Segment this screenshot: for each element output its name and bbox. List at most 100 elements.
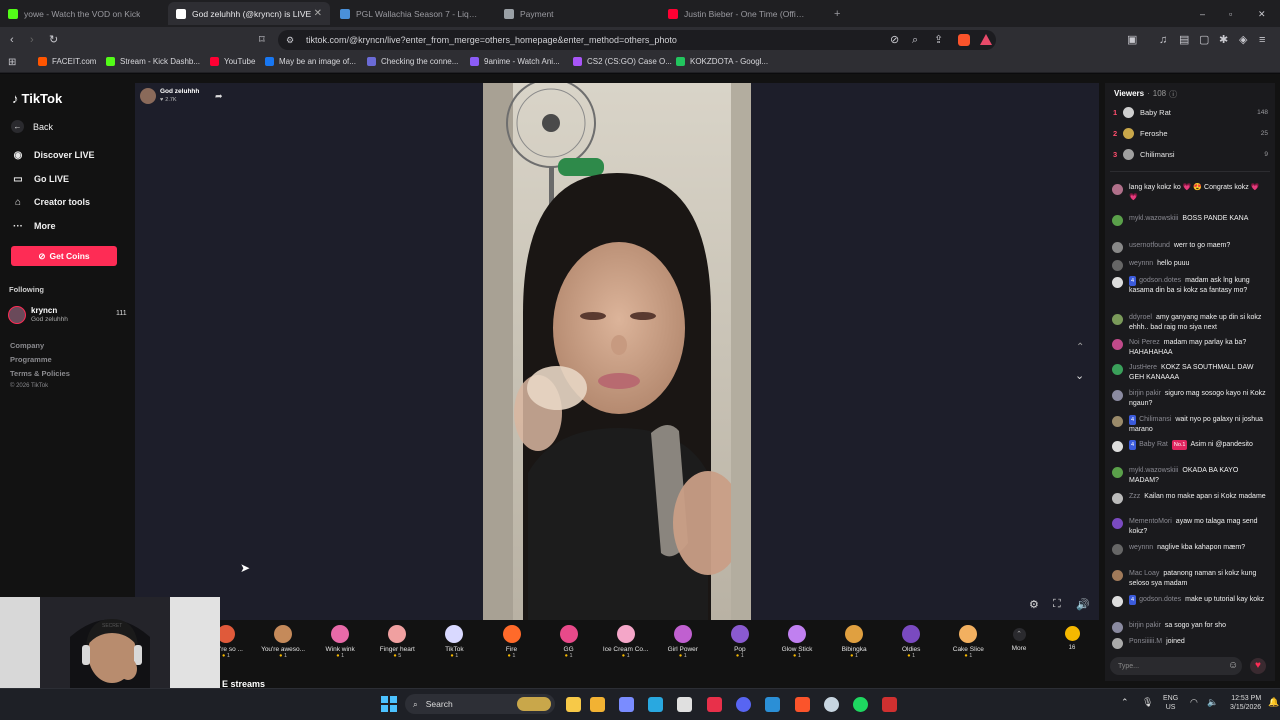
browser-tab[interactable]: God zeluhhh (@kryncn) is LIVE ✕ [168,2,330,25]
vpn-icon[interactable]: ◈ [1239,34,1247,46]
chat-message[interactable]: 4 Baby Rat No.1 Asim ni @pandesito [1112,440,1270,452]
bookmark-item[interactable]: Stream - Kick Dashb... [106,57,200,66]
brave-shield-icon[interactable] [958,34,970,46]
minimize-icon[interactable]: – [1200,8,1205,20]
share-icon[interactable]: ⇪ [934,34,943,46]
back-button[interactable]: ← Back [11,120,53,133]
tray-chevron-icon[interactable]: ⌃ [1121,697,1129,708]
file-explorer-icon[interactable] [590,697,605,712]
vscode-icon[interactable] [765,697,780,712]
more-gifts-button[interactable]: ⌃ More [1005,628,1033,652]
chat-message[interactable]: Ponsiiiiii.M joined [1112,637,1270,649]
app-icon[interactable] [882,697,897,712]
sidebar-icon[interactable]: ▤ [1179,34,1189,46]
gift-item[interactable]: Cake Slice ● 1 [940,625,996,659]
chat-message[interactable]: Zzz Kailan mo make apan si Kokz madame [1112,492,1270,504]
get-coins-button[interactable]: ⊘ Get Coins [11,246,117,266]
explorer-icon[interactable] [566,697,581,712]
browser-tab[interactable]: yowe - Watch the VOD on Kick [0,2,166,25]
site-info-icon[interactable]: ⚙ [286,34,294,46]
volume-icon[interactable]: 🔊 [1076,598,1090,611]
forward-arrow-icon[interactable]: › [30,34,34,46]
chat-message[interactable]: mykl.wazowskiii OKADA BA KAYO MADAM? [1112,466,1270,486]
close-window-icon[interactable]: ✕ [1258,8,1266,20]
wallet-icon[interactable]: ▢ [1199,34,1209,46]
screenshot-icon[interactable]: ▣ [1127,34,1137,46]
chat-message[interactable]: JustHere KOKZ SA SOUTHMALL DAW GEH KANAAA… [1112,363,1270,383]
chat-message[interactable]: 4 godson.dotes madam ask lng kung kasama d… [1112,276,1270,296]
sidebar-item-discover-live[interactable]: ◉ Discover LIVE [11,148,95,162]
taskbar-search[interactable]: ⌕ Search [405,694,555,714]
no-tracking-icon[interactable]: ⊘ [890,34,899,46]
chat-message[interactable]: lang kay kokz ko 💗 😍 Congrats kokz 💗 💗 [1112,183,1270,205]
gift-item[interactable]: Bibingka ● 1 [826,625,882,659]
rewards-icon[interactable] [980,34,992,45]
windows-start-icon[interactable] [381,696,397,712]
top-viewer-item[interactable]: 3 Chilimansi 9 [1113,149,1268,160]
chat-message[interactable]: birjin pakir siguro mag sosogo kayo ni Ko… [1112,389,1270,409]
discord-icon[interactable] [736,697,751,712]
sidebar-item-creator-tools[interactable]: ⌂ Creator tools [11,195,90,209]
chat-message[interactable]: birjin pakir sa sogo yan for sho [1112,621,1270,633]
host-name[interactable]: God zeluhhh [160,88,199,95]
bookmark-item[interactable]: CS2 (CS:GO) Case O... [573,57,672,66]
chat-message[interactable]: Noi Perez madam may parlay ka ba? HAHAHAH… [1112,338,1270,358]
chat-message[interactable]: MementoMori ayaw mo talaga mag send kokz? [1112,517,1270,537]
chat-message[interactable]: usernotfound werr to go maem? [1112,241,1270,253]
bookmark-item[interactable]: May be an image of... [265,57,356,66]
live-video[interactable] [483,83,751,620]
gift-item[interactable]: Fire ● 1 [484,625,540,659]
steam-icon[interactable] [824,697,839,712]
bookmark-item[interactable]: YouTube [210,57,255,66]
sidebar-item-go-live[interactable]: ▭ Go LIVE [11,172,69,186]
viewers-header[interactable]: Viewers · 108 ⓘ [1114,89,1177,100]
store-icon[interactable] [677,697,692,712]
chat-input[interactable]: Type... [1110,657,1242,675]
gift-item[interactable]: Ice Cream Co... ● 1 [598,625,654,659]
gift-item[interactable]: GG ● 1 [541,625,597,659]
wifi-icon[interactable]: ◠ [1190,697,1198,708]
footer-link[interactable]: Company [10,341,44,350]
gift-item[interactable]: Oldies ● 1 [883,625,939,659]
close-tab-icon[interactable]: ✕ [314,8,322,19]
fullscreen-icon[interactable]: ⛶ [1053,598,1061,611]
next-stream-icon[interactable]: ⌄ [1075,369,1084,382]
chat-message[interactable]: mykl.wazowskiii BOSS PANDE KANA [1112,214,1270,226]
copilot-icon[interactable] [619,697,634,712]
zoom-icon[interactable]: ⌕ [912,34,918,46]
bookmark-item[interactable]: KOKZDOTA - Googl... [676,57,768,66]
gift-item[interactable]: Finger heart ● 5 [369,625,425,659]
gift-item[interactable]: TikTok ● 1 [426,625,482,659]
gift-item[interactable]: Wink wink ● 1 [312,625,368,659]
gift-item[interactable]: You're aweso... ● 1 [255,625,311,659]
chat-message[interactable]: ddyroel amy ganyang make up din si kokz e… [1112,313,1270,333]
prev-stream-icon[interactable]: ⌃ [1076,342,1084,353]
settings-icon[interactable]: ⚙ [1029,598,1039,611]
chat-message[interactable]: 4 godson.dotes make up tutorial kay kokz [1112,595,1270,607]
coin-balance[interactable]: 16 [1060,626,1084,651]
new-tab-button[interactable]: + [826,2,848,25]
music-icon[interactable]: ♫ [1159,34,1167,46]
browser-tab[interactable]: Justin Bieber - One Time (Official Music… [660,2,822,25]
bookmark-item[interactable]: FACEIT.com [38,57,96,66]
top-viewer-item[interactable]: 2 Feroshe 25 [1113,128,1268,139]
emoji-icon[interactable]: ☺ [1228,660,1238,671]
bookmark-item[interactable]: Checking the conne... [367,57,458,66]
sidebar-item-more[interactable]: ··· More [11,219,56,233]
speaker-icon[interactable]: 🔈 [1207,697,1218,708]
reload-icon[interactable]: ↻ [49,34,58,46]
share-stream-icon[interactable]: ➦ [215,91,223,102]
browser-tab[interactable]: Payment [496,2,658,25]
chat-message[interactable]: weynnn hello puuu [1112,259,1270,271]
gift-item[interactable]: Pop ● 1 [712,625,768,659]
footer-link[interactable]: Terms & Policies [10,369,70,378]
edge-icon[interactable] [648,697,663,712]
spotify-icon[interactable] [853,697,868,712]
maximize-icon[interactable]: ▫ [1229,8,1232,20]
chat-message[interactable]: Mac Loay patanong naman si kokz kung selo… [1112,569,1270,589]
browser-tab[interactable]: PGL Wallachia Season 7 - Liquipedia [332,2,494,25]
tiktok-logo[interactable]: ♪ TikTok [12,91,62,106]
brave-icon[interactable] [795,697,810,712]
menu-icon[interactable]: ≡ [1259,34,1265,46]
adobe-icon[interactable] [707,697,722,712]
